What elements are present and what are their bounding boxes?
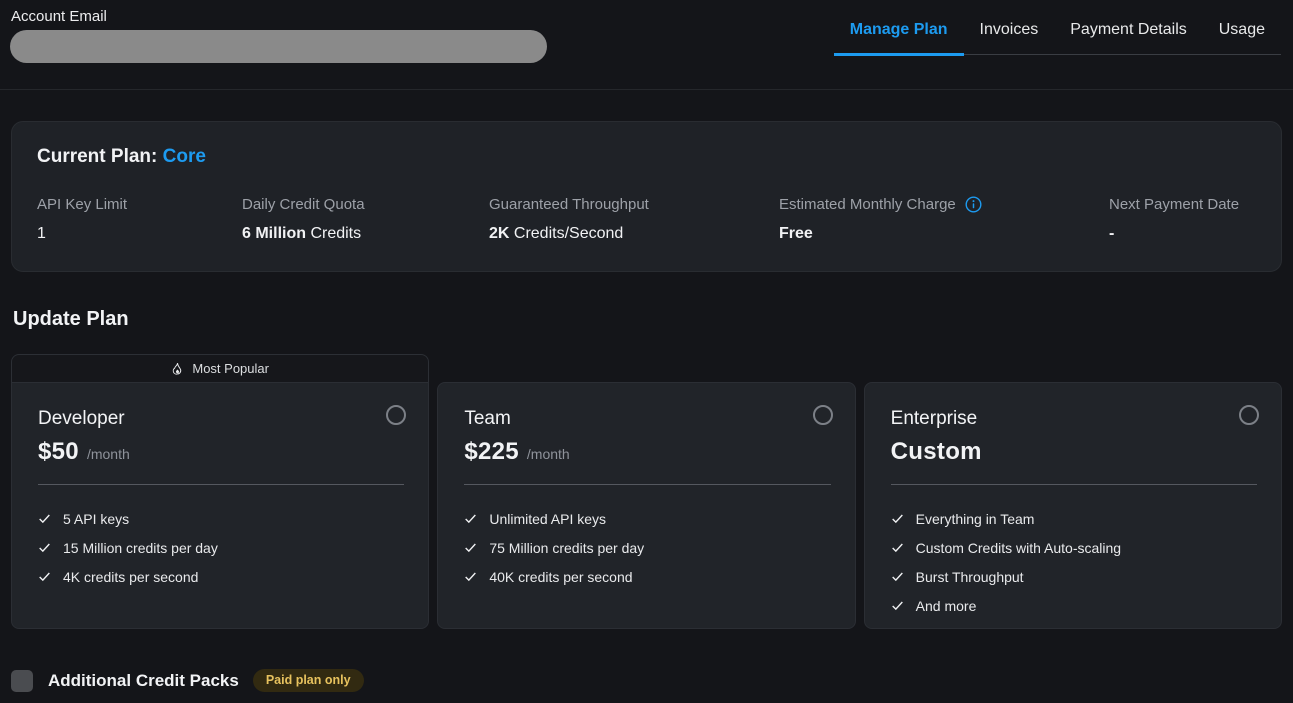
banner-label: Most Popular	[192, 361, 269, 376]
tab-payment-details[interactable]: Payment Details	[1054, 8, 1203, 56]
plan-price: Custom	[891, 438, 982, 466]
check-icon	[891, 512, 904, 525]
plan-name: Team	[464, 408, 830, 430]
plan-feature-text: 4K credits per second	[63, 569, 198, 585]
stat-label: Estimated Monthly Charge	[779, 196, 1109, 213]
check-icon	[38, 512, 51, 525]
additional-credit-packs-row: Additional Credit Packs Paid plan only	[11, 669, 1293, 692]
plan-options: Most Popular Developer $50/month 5 API keys…	[11, 354, 1282, 629]
plan-option-team: Team $225/month Unlimited API keys 75 Milli…	[437, 354, 855, 629]
most-popular-banner: Most Popular	[11, 354, 429, 382]
plan-feature: 75 Million credits per day	[464, 533, 830, 562]
plan-name: Enterprise	[891, 408, 1257, 430]
check-icon	[464, 541, 477, 554]
billing-header: Account Email Manage PlanInvoicesPayment…	[0, 0, 1293, 90]
tab-invoices[interactable]: Invoices	[964, 8, 1055, 56]
stat-label: Daily Credit Quota	[242, 196, 489, 213]
plan-card-team[interactable]: Team $225/month Unlimited API keys 75 Milli…	[437, 382, 855, 629]
tab-usage[interactable]: Usage	[1203, 8, 1281, 56]
check-icon	[891, 599, 904, 612]
stat-guaranteed-throughput: Guaranteed Throughput 2K Credits/Second	[489, 196, 779, 243]
current-plan-card: Current Plan: Core API Key Limit 1Daily C…	[11, 121, 1282, 272]
stat-label-text: API Key Limit	[37, 196, 127, 213]
plan-radio-team[interactable]	[813, 405, 833, 425]
stat-label: API Key Limit	[37, 196, 242, 213]
banner-spacer	[864, 354, 1282, 382]
stat-label: Next Payment Date	[1109, 196, 1256, 213]
check-icon	[464, 512, 477, 525]
check-icon	[38, 570, 51, 583]
plan-name: Developer	[38, 408, 404, 430]
plan-feature-text: 40K credits per second	[489, 569, 632, 585]
plan-period: /month	[87, 446, 130, 462]
plan-feature: Unlimited API keys	[464, 504, 830, 533]
stat-value: 1	[37, 225, 242, 243]
plan-feature-text: Unlimited API keys	[489, 511, 606, 527]
plan-feature: Everything in Team	[891, 504, 1257, 533]
stat-estimated-monthly-charge: Estimated Monthly Charge Free	[779, 196, 1109, 243]
plan-feature-text: 5 API keys	[63, 511, 129, 527]
plan-feature: 40K credits per second	[464, 562, 830, 591]
plan-price-row: $225/month	[464, 438, 830, 466]
plan-feature: 5 API keys	[38, 504, 404, 533]
account-email-group: Account Email	[10, 8, 547, 63]
billing-tabs: Manage PlanInvoicesPayment DetailsUsage	[834, 8, 1281, 55]
stat-label-text: Estimated Monthly Charge	[779, 196, 956, 213]
plan-feature-text: Burst Throughput	[916, 569, 1024, 585]
stat-daily-credit-quota: Daily Credit Quota 6 Million Credits	[242, 196, 489, 243]
plan-card-enterprise[interactable]: Enterprise Custom Everything in Team Custom…	[864, 382, 1282, 629]
additional-credit-packs-label: Additional Credit Packs	[48, 671, 239, 691]
plan-option-developer: Most Popular Developer $50/month 5 API keys…	[11, 354, 429, 629]
check-icon	[891, 541, 904, 554]
plan-price-row: Custom	[891, 438, 1257, 466]
stat-label-text: Daily Credit Quota	[242, 196, 365, 213]
plan-feature: 15 Million credits per day	[38, 533, 404, 562]
check-icon	[464, 570, 477, 583]
current-plan-stats: API Key Limit 1Daily Credit Quota 6 Millio…	[37, 196, 1256, 243]
plan-feature-text: And more	[916, 598, 977, 614]
paid-plan-only-badge: Paid plan only	[253, 669, 364, 692]
plan-price-row: $50/month	[38, 438, 404, 466]
plan-feature: Custom Credits with Auto-scaling	[891, 533, 1257, 562]
plan-period: /month	[527, 446, 570, 462]
banner-spacer	[437, 354, 855, 382]
flame-icon	[171, 362, 184, 375]
plan-feature: Burst Throughput	[891, 562, 1257, 591]
plan-divider	[38, 484, 404, 485]
additional-credit-packs-checkbox[interactable]	[11, 670, 33, 692]
tab-manage-plan[interactable]: Manage Plan	[834, 8, 964, 56]
current-plan-title-prefix: Current Plan:	[37, 146, 157, 167]
plan-feature: 4K credits per second	[38, 562, 404, 591]
stat-api-key-limit: API Key Limit 1	[37, 196, 242, 243]
plan-feature-text: Custom Credits with Auto-scaling	[916, 540, 1121, 556]
plan-feature-text: 15 Million credits per day	[63, 540, 218, 556]
plan-option-enterprise: Enterprise Custom Everything in Team Custom…	[864, 354, 1282, 629]
stat-value: 6 Million Credits	[242, 225, 489, 243]
stat-label-text: Guaranteed Throughput	[489, 196, 649, 213]
plan-feature: And more	[891, 591, 1257, 620]
plan-radio-enterprise[interactable]	[1239, 405, 1259, 425]
check-icon	[38, 541, 51, 554]
stat-value: Free	[779, 225, 1109, 243]
info-icon	[965, 196, 982, 213]
current-plan-name: Core	[163, 146, 206, 167]
current-plan-title: Current Plan: Core	[37, 146, 1256, 168]
plan-divider	[464, 484, 830, 485]
plan-price: $50	[38, 438, 79, 466]
account-email-label: Account Email	[11, 8, 547, 25]
check-icon	[891, 570, 904, 583]
plan-feature-text: Everything in Team	[916, 511, 1035, 527]
update-plan-heading: Update Plan	[13, 308, 1293, 331]
stat-next-payment-date: Next Payment Date -	[1109, 196, 1256, 243]
account-email-input[interactable]	[10, 30, 547, 63]
plan-divider	[891, 484, 1257, 485]
stat-label-text: Next Payment Date	[1109, 196, 1239, 213]
plan-price: $225	[464, 438, 519, 466]
stat-label: Guaranteed Throughput	[489, 196, 779, 213]
stat-value: 2K Credits/Second	[489, 225, 779, 243]
stat-value: -	[1109, 225, 1256, 243]
plan-feature-text: 75 Million credits per day	[489, 540, 644, 556]
plan-card-developer[interactable]: Developer $50/month 5 API keys 15 Million c…	[11, 382, 429, 629]
